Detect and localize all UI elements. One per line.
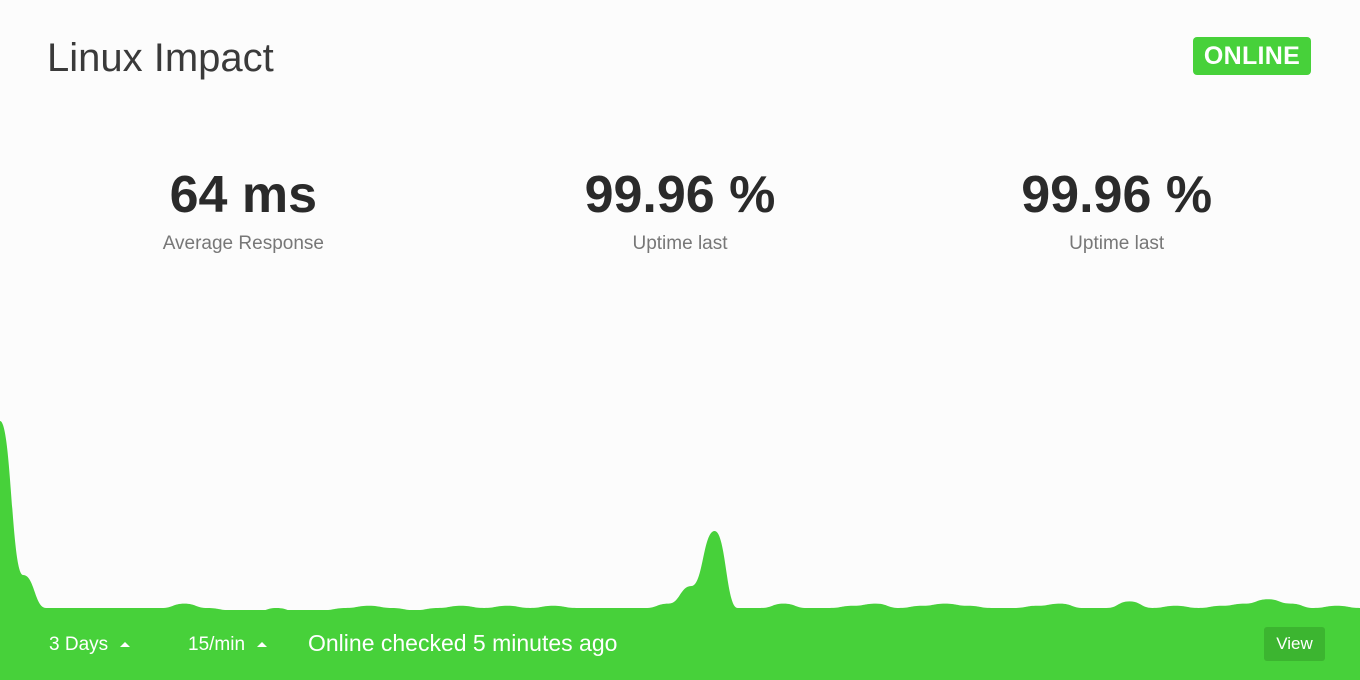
stat-label: Uptime last (1069, 233, 1165, 254)
range-dropdown[interactable]: 3 Days (49, 634, 131, 656)
stat-average-response: 64 ms Average Response (25, 165, 462, 255)
view-button[interactable]: View (1264, 627, 1325, 661)
stat-uptime-1: 99.96 % Uptime last (462, 165, 899, 255)
footer-bar: 3 Days 15/min Online checked 5 minutes a… (0, 610, 1360, 680)
page-title: Linux Impact (47, 36, 274, 80)
interval-label: 15/min (188, 634, 246, 655)
stat-value: 99.96 % (584, 166, 776, 224)
stats-row: 64 ms Average Response 99.96 % Uptime la… (25, 165, 1335, 255)
caret-up-icon (257, 641, 268, 647)
caret-up-icon (120, 641, 131, 647)
response-time-chart (0, 421, 1360, 630)
stat-label: Uptime last (632, 233, 728, 254)
response-area (0, 421, 1360, 630)
stat-uptime-2: 99.96 % Uptime last (898, 165, 1335, 255)
status-text: Online checked 5 minutes ago (308, 630, 618, 656)
range-label: 3 Days (49, 634, 109, 655)
stat-value: 99.96 % (1021, 166, 1213, 224)
stat-label: Average Response (162, 233, 324, 254)
stat-value: 64 ms (169, 166, 318, 224)
interval-dropdown[interactable]: 15/min (188, 634, 268, 656)
status-badge: ONLINE (1193, 37, 1311, 75)
